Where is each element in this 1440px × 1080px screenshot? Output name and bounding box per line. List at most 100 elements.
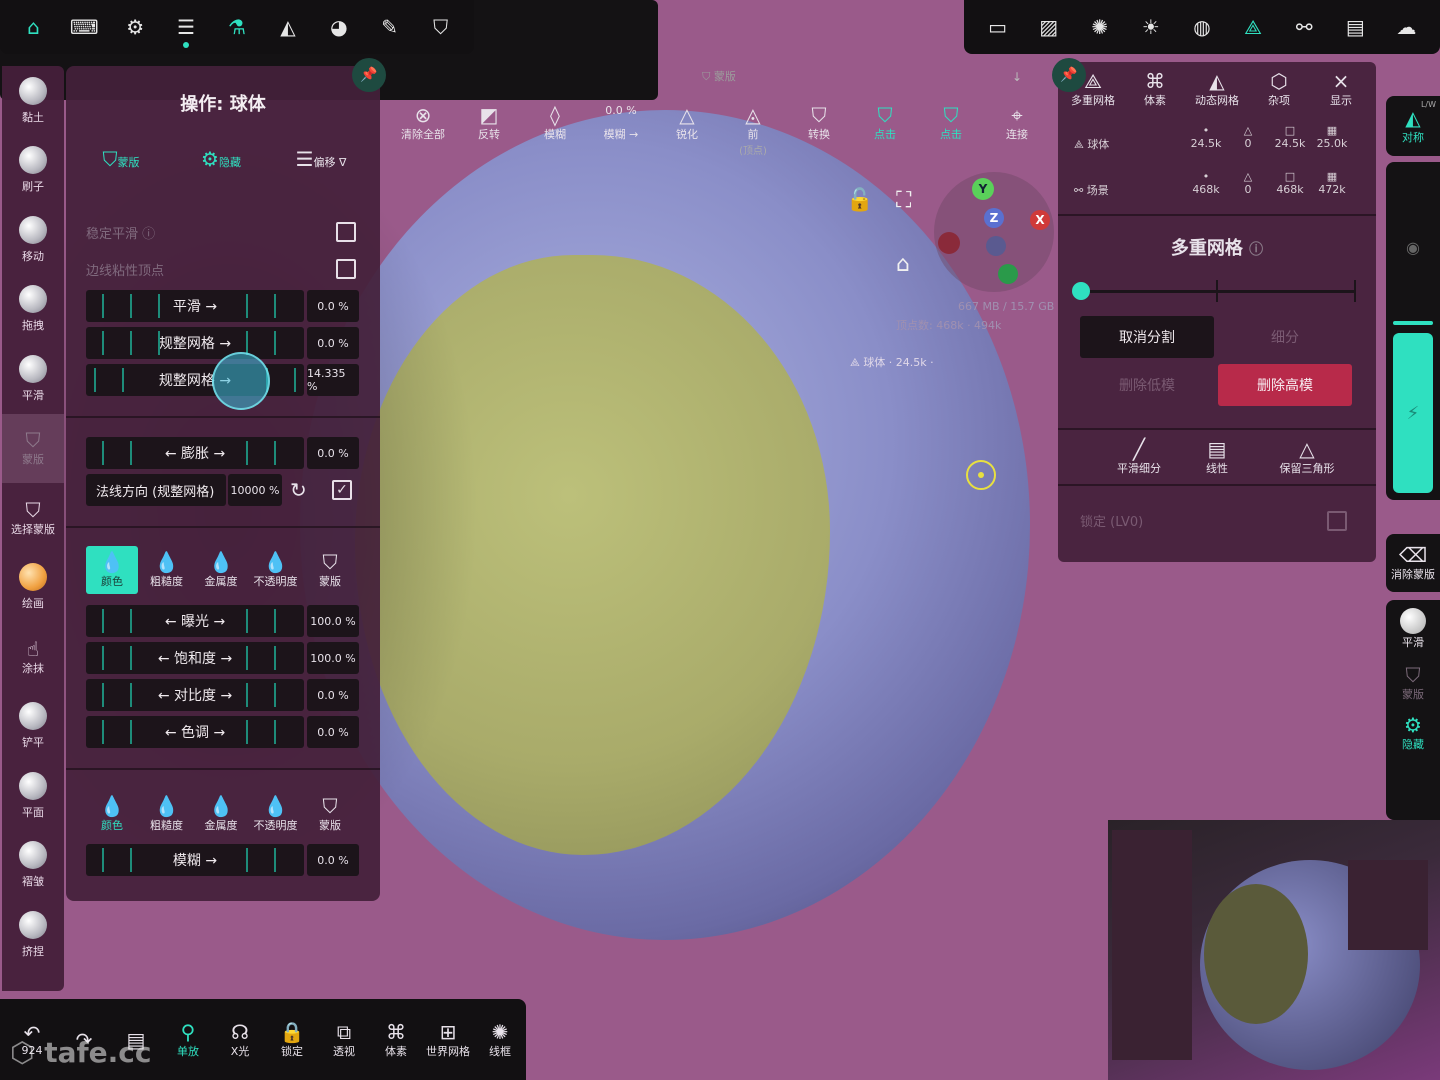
channel-metalness-2[interactable]: 💧 金属度: [195, 790, 247, 838]
wireframe-button[interactable]: ✺ 线框: [474, 999, 526, 1080]
smooth-slider[interactable]: 平滑 →: [86, 290, 304, 322]
scene-icon[interactable]: ◭: [262, 0, 313, 54]
reset-icon[interactable]: ↻: [290, 478, 307, 502]
tool-move[interactable]: 移动: [2, 205, 64, 275]
quick-hide[interactable]: 隐藏: [1402, 736, 1424, 752]
camera-icon[interactable]: ▭: [972, 0, 1023, 54]
channel-roughness[interactable]: 💧 粗糙度: [141, 546, 193, 594]
normal-direction-checkbox[interactable]: ✓: [332, 480, 352, 500]
axis-neg-x[interactable]: [938, 232, 960, 254]
chevron-down-icon[interactable]: ↓: [1012, 70, 1022, 84]
linear-toggle[interactable]: ▤ 线性: [1172, 438, 1262, 476]
convert-button[interactable]: ⛉ 转换: [786, 104, 852, 142]
picture-in-picture-video[interactable]: [1108, 820, 1440, 1080]
sun-icon[interactable]: ☀: [1125, 0, 1176, 54]
blur-button[interactable]: ◊ 模糊: [522, 104, 588, 142]
solo-button[interactable]: ⚲ 单放: [162, 999, 214, 1080]
saturation-slider[interactable]: ← 饱和度 →: [86, 642, 304, 674]
click-button-2[interactable]: ⛉ 点击: [918, 104, 984, 142]
tab-multires[interactable]: ⟁ 多重网格: [1062, 70, 1124, 108]
tab-hide[interactable]: ⚙隐藏: [186, 148, 256, 170]
channel-mask-2[interactable]: ⛉ 蒙版: [304, 790, 356, 838]
settings-icon[interactable]: ⚙: [110, 0, 161, 54]
tool-clay[interactable]: 黏土: [2, 66, 64, 136]
image-icon[interactable]: ▨: [1023, 0, 1074, 54]
inflate-slider[interactable]: ← 膨胀 →: [86, 437, 304, 469]
tool-brush[interactable]: 刷子: [2, 136, 64, 206]
stable-smooth-checkbox[interactable]: [336, 222, 356, 242]
click-button[interactable]: ⛉ 点击: [852, 104, 918, 142]
aperture-icon[interactable]: ✺: [1074, 0, 1125, 54]
channel-mask[interactable]: ⛉ 蒙版: [304, 546, 356, 594]
tool-plane[interactable]: 平面: [2, 761, 64, 831]
delete-lower-button[interactable]: 删除低模: [1080, 364, 1214, 406]
home-view-icon[interactable]: ⌂: [896, 252, 910, 277]
unsubdivide-button[interactable]: 取消分割: [1080, 316, 1214, 358]
lock-lv0-checkbox[interactable]: [1327, 511, 1347, 531]
pin-icon[interactable]: 📌: [352, 58, 386, 92]
regularize-value-2[interactable]: 14.335 %: [307, 364, 359, 396]
tool-select-mask[interactable]: ⛉ 选择蒙版: [2, 483, 64, 553]
tab-dyntopo[interactable]: ◭ 动态网格: [1186, 70, 1248, 108]
globe-icon[interactable]: ◍: [1176, 0, 1227, 54]
axis-neg-y[interactable]: [998, 264, 1018, 284]
help-icon[interactable]: ⓘ: [142, 227, 155, 242]
mesh-row-scene[interactable]: ⚯ 场景 • 468k △ 0 □ 468k ▦ 472k: [1062, 168, 1372, 210]
mesh-row-sphere[interactable]: ⟁ 球体 • 24.5k △ 0 □ 24.5k ▦ 25.0k: [1062, 122, 1372, 164]
quick-smooth[interactable]: 平滑: [1402, 634, 1424, 650]
delete-higher-button[interactable]: 删除高模: [1218, 364, 1352, 406]
tab-misc[interactable]: ⬡ 杂项: [1248, 70, 1310, 108]
regularize-slider[interactable]: 规整网格 →: [86, 327, 304, 359]
normal-direction-value[interactable]: 10000 %: [228, 474, 282, 506]
tool-drag[interactable]: 拖拽: [2, 275, 64, 345]
channel-roughness-2[interactable]: 💧 粗糙度: [141, 790, 193, 838]
brush-icon[interactable]: ✎: [364, 0, 415, 54]
axis-gizmo[interactable]: Y Z X: [934, 172, 1054, 292]
help-icon[interactable]: ⓘ: [1249, 242, 1263, 258]
hue-slider[interactable]: ← 色调 →: [86, 716, 304, 748]
clear-mask-button[interactable]: ⌫ 消除蒙版: [1386, 534, 1440, 592]
contrast-slider[interactable]: ← 对比度 →: [86, 679, 304, 711]
size-slider[interactable]: ◉ ⚡: [1386, 162, 1440, 500]
invert-button[interactable]: ◩ 反转: [456, 104, 522, 142]
level-handle[interactable]: [1072, 282, 1090, 300]
tool-paint[interactable]: 绘画: [2, 553, 64, 623]
normal-direction-slider[interactable]: 法线方向 (规整网格): [86, 474, 226, 506]
channel-metalness[interactable]: 💧 金属度: [195, 546, 247, 594]
fullscreen-icon[interactable]: ⛶: [896, 188, 911, 213]
sharpen-button[interactable]: △ 锐化: [654, 104, 720, 142]
blur-value[interactable]: 0.0 %: [307, 844, 359, 876]
front-button[interactable]: ◬ 前 (顶点): [720, 104, 786, 157]
tool-smudge[interactable]: ☝ 涂抹: [2, 622, 64, 692]
smooth-subdiv-toggle[interactable]: ╱ 平滑细分: [1094, 438, 1184, 476]
edge-sticky-checkbox[interactable]: [336, 259, 356, 279]
saturation-value[interactable]: 100.0 %: [307, 642, 359, 674]
level-slider[interactable]: [1072, 280, 1356, 302]
axis-y[interactable]: Y: [972, 178, 994, 200]
intensity-fill[interactable]: ⚡: [1393, 333, 1433, 493]
blur-amount[interactable]: 0.0 % 模糊 →: [588, 104, 654, 142]
quick-mask[interactable]: 蒙版: [1402, 686, 1424, 702]
hue-value[interactable]: 0.0 %: [307, 716, 359, 748]
channel-color-2[interactable]: 💧 颜色: [86, 790, 138, 838]
keyboard-icon[interactable]: ⌨: [59, 0, 110, 54]
layers-icon[interactable]: ☰: [161, 0, 212, 54]
connect-button[interactable]: ⌖ 连接: [984, 104, 1050, 142]
tool-mask[interactable]: ⛉ 蒙版: [2, 413, 64, 483]
world-grid-button[interactable]: ⊞ 世界网格: [422, 999, 474, 1080]
lock-button[interactable]: 🔒 锁定: [266, 999, 318, 1080]
blur-slider[interactable]: 模糊 →: [86, 844, 304, 876]
inflate-value[interactable]: 0.0 %: [307, 437, 359, 469]
shield-icon[interactable]: ⛉: [415, 0, 466, 54]
keep-triangles-toggle[interactable]: △ 保留三角形: [1262, 438, 1352, 476]
smooth-value[interactable]: 0.0 %: [307, 290, 359, 322]
axis-x[interactable]: X: [1030, 210, 1050, 230]
tool-crease[interactable]: 褶皱: [2, 831, 64, 901]
channel-opacity-2[interactable]: 💧 不透明度: [250, 790, 302, 838]
axis-z[interactable]: Z: [984, 208, 1004, 228]
channel-color[interactable]: 💧 颜色: [86, 546, 138, 594]
exposure-slider[interactable]: ← 曝光 →: [86, 605, 304, 637]
mesh-icon[interactable]: ⟁: [1228, 0, 1279, 54]
share-icon[interactable]: ⚯: [1279, 0, 1330, 54]
tool-smooth[interactable]: 平滑: [2, 344, 64, 414]
